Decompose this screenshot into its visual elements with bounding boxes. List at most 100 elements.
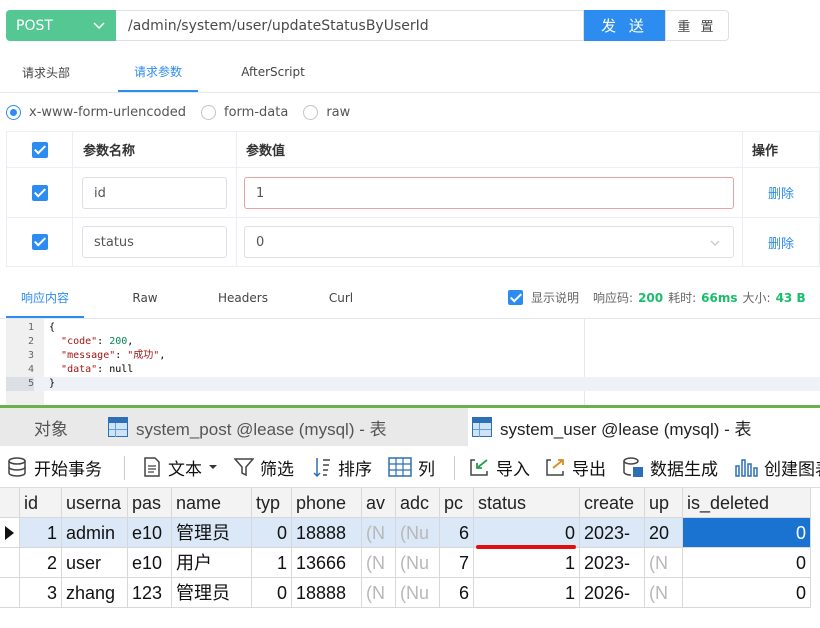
column-header[interactable]: phone xyxy=(292,488,362,518)
export-button[interactable]: 导出 xyxy=(544,446,606,488)
select-all-checkbox[interactable] xyxy=(31,141,48,158)
cell[interactable]: (Nu xyxy=(396,518,440,548)
tab-response-content[interactable]: 响应内容 xyxy=(6,278,84,318)
cell[interactable]: admin xyxy=(62,518,128,548)
column-header[interactable]: pc xyxy=(440,488,474,518)
tab-params[interactable]: 请求参数 xyxy=(118,52,198,92)
column-header[interactable]: av xyxy=(362,488,396,518)
param-value-select[interactable]: 0 xyxy=(244,226,734,258)
create-chart-button[interactable]: 创建图表 xyxy=(734,446,820,488)
column-header[interactable]: up xyxy=(645,488,683,518)
url-input[interactable]: /admin/system/user/updateStatusByUserId xyxy=(116,10,584,41)
size-label: 大小: xyxy=(742,291,771,305)
cell[interactable]: (N xyxy=(645,548,683,578)
tab-system-user[interactable]: system_user @lease (mysql) - 表 xyxy=(468,408,820,446)
data-generate-icon xyxy=(623,457,643,477)
param-name-input[interactable]: status xyxy=(82,226,227,258)
status-cell[interactable]: 1 xyxy=(474,548,580,578)
cell[interactable]: 1 xyxy=(20,518,62,548)
response-editor[interactable]: 1{ 2 "code": 200, 3 "message": "成功", 4 "… xyxy=(6,319,820,405)
tab-objects[interactable]: 对象 xyxy=(0,408,102,446)
cell[interactable]: 20 xyxy=(645,518,683,548)
cell[interactable]: 管理员 xyxy=(172,578,252,608)
radio-label: raw xyxy=(326,104,351,120)
cell[interactable]: 2 xyxy=(20,548,62,578)
cell[interactable]: 123 xyxy=(128,578,172,608)
cell[interactable]: 0 xyxy=(252,578,292,608)
tab-system-post[interactable]: system_post @lease (mysql) - 表 xyxy=(104,408,464,446)
cell[interactable]: e10 xyxy=(128,518,172,548)
cell[interactable]: (N xyxy=(362,548,396,578)
status-cell[interactable]: 1 xyxy=(474,578,580,608)
cell[interactable]: 13666 xyxy=(292,548,362,578)
show-desc-checkbox[interactable] xyxy=(508,290,523,305)
column-header[interactable]: id xyxy=(20,488,62,518)
cell[interactable]: (Nu xyxy=(396,578,440,608)
cell[interactable]: user xyxy=(62,548,128,578)
cell[interactable]: 0 xyxy=(683,548,811,578)
cell[interactable]: 6 xyxy=(440,578,474,608)
column-header[interactable]: is_deleted xyxy=(683,488,811,518)
sort-button[interactable]: 排序 xyxy=(312,446,372,488)
cell[interactable]: (Nu xyxy=(396,548,440,578)
row-selector[interactable] xyxy=(0,548,20,578)
status-cell[interactable]: 0 xyxy=(474,518,580,548)
import-button[interactable]: 导入 xyxy=(468,446,530,488)
cell[interactable]: 管理员 xyxy=(172,518,252,548)
cell[interactable]: 3 xyxy=(20,578,62,608)
cell[interactable]: 用户 xyxy=(172,548,252,578)
table-row[interactable]: 3 zhang 123 管理员 0 18888 (N (Nu 6 1 2026-… xyxy=(0,578,820,608)
cell[interactable]: 7 xyxy=(440,548,474,578)
focused-cell[interactable]: 0 xyxy=(683,518,811,548)
column-header[interactable]: userna xyxy=(62,488,128,518)
method-select[interactable]: POST xyxy=(6,10,116,41)
radio-urlencoded[interactable]: x-www-form-urlencoded xyxy=(6,104,186,120)
radio-form-data[interactable]: form-data xyxy=(201,104,288,120)
radio-raw[interactable]: raw xyxy=(303,104,351,120)
data-generation-button[interactable]: 数据生成 xyxy=(622,446,718,488)
cell[interactable]: (N xyxy=(362,578,396,608)
row-checkbox[interactable] xyxy=(31,234,48,250)
cell[interactable]: 18888 xyxy=(292,578,362,608)
table-row[interactable]: 2 user e10 用户 1 13666 (N (Nu 7 1 2023- (… xyxy=(0,548,820,578)
tab-afterscript[interactable]: AfterScript xyxy=(232,52,314,92)
filter-button[interactable]: 筛选 xyxy=(234,446,294,488)
cell[interactable]: 1 xyxy=(252,548,292,578)
row-selector[interactable] xyxy=(0,518,20,548)
cell[interactable]: (N xyxy=(645,578,683,608)
tab-raw[interactable]: Raw xyxy=(115,278,175,318)
cell[interactable]: 2023- xyxy=(580,518,645,548)
column-header[interactable]: create xyxy=(580,488,645,518)
column-header[interactable]: pas xyxy=(128,488,172,518)
cell[interactable]: 18888 xyxy=(292,518,362,548)
delete-link[interactable]: 删除 xyxy=(768,183,794,202)
reset-button[interactable]: 重 置 xyxy=(665,10,729,41)
param-value-input[interactable]: 1 xyxy=(244,177,734,209)
cell[interactable]: 2026- xyxy=(580,578,645,608)
columns-button[interactable]: 列 xyxy=(388,446,435,488)
begin-transaction-button[interactable]: 开始事务 xyxy=(6,446,102,488)
data-grid[interactable]: id userna pas name typ phone av adc pc s… xyxy=(0,488,820,608)
param-name-input[interactable]: id xyxy=(82,177,227,209)
send-button[interactable]: 发 送 xyxy=(584,10,665,41)
delete-link[interactable]: 删除 xyxy=(768,233,794,252)
row-selector[interactable] xyxy=(0,578,20,608)
tab-headers-response[interactable]: Headers xyxy=(210,278,276,318)
row-checkbox[interactable] xyxy=(31,184,48,201)
text-button[interactable]: 文本 xyxy=(142,446,224,488)
cell[interactable]: 0 xyxy=(252,518,292,548)
cell[interactable]: 0 xyxy=(683,578,811,608)
tab-headers[interactable]: 请求头部 xyxy=(6,52,86,92)
cell[interactable]: (N xyxy=(362,518,396,548)
column-header[interactable]: status xyxy=(474,488,580,518)
cell[interactable]: 2023- xyxy=(580,548,645,578)
column-header[interactable]: name xyxy=(172,488,252,518)
cell[interactable]: zhang xyxy=(62,578,128,608)
cell[interactable]: e10 xyxy=(128,548,172,578)
tab-curl[interactable]: Curl xyxy=(316,278,366,318)
table-row[interactable]: 1 admin e10 管理员 0 18888 (N (Nu 6 0 2023-… xyxy=(0,518,820,548)
column-header[interactable]: typ xyxy=(252,488,292,518)
column-header[interactable]: adc xyxy=(396,488,440,518)
show-desc-label: 显示说明 xyxy=(531,291,580,305)
cell[interactable]: 6 xyxy=(440,518,474,548)
